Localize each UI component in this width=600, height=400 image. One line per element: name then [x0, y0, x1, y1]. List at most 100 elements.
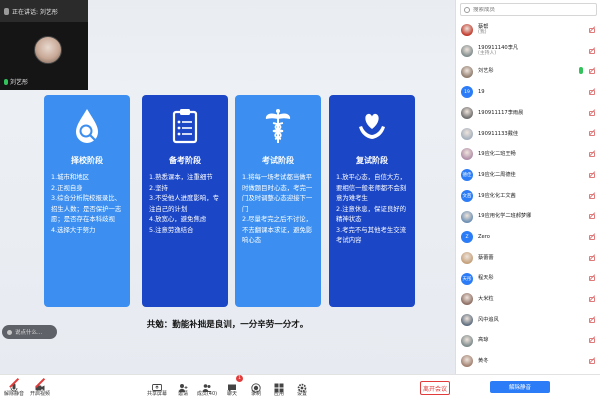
camera-off-icon[interactable] — [589, 234, 595, 240]
participant-row[interactable]: 高琼 — [456, 330, 600, 351]
participant-row[interactable]: 19应用化学二班郝梦娜 — [456, 206, 600, 227]
card-item: 2.正视自身 — [51, 183, 83, 192]
participant-row[interactable]: 德佳 19应化二周德佳 — [456, 165, 600, 186]
share-screen-icon — [152, 378, 162, 391]
card-item: 2.坚持 — [149, 183, 168, 192]
share-screen-button[interactable]: 共享屏幕 — [145, 378, 169, 400]
camera-off-icon — [35, 378, 45, 391]
participant-name: 19应化二班王畅 — [478, 151, 516, 158]
participant-name-text: 19 — [478, 89, 485, 96]
participant-name: 190911133戴佳 — [478, 131, 518, 138]
camera-off-icon[interactable] — [589, 193, 595, 199]
avatar — [461, 251, 473, 264]
chat-button[interactable]: 1 聊天 — [220, 375, 244, 400]
chat-icon — [7, 329, 12, 335]
avatar: Z — [461, 231, 473, 244]
participant-row[interactable]: 风中追风 — [456, 310, 600, 331]
participant-row[interactable]: 190911117李雨晨 — [456, 103, 600, 124]
participant-row[interactable]: 大米粒 — [456, 289, 600, 310]
participant-row[interactable]: 文茜 19应化化工文茜 — [456, 186, 600, 207]
participant-search[interactable] — [460, 3, 597, 16]
leave-meeting-button[interactable]: 离开会议 — [420, 381, 450, 395]
camera-off-icon[interactable] — [589, 358, 595, 364]
video-button[interactable]: 开启视频 — [28, 378, 52, 400]
participants-panel: 蔡帮(我)190911140李凡(主持人) 刘艺彤 1919 190911117李雨晨… — [455, 0, 600, 374]
participant-name-text: 19应化二班王畅 — [478, 151, 516, 158]
participant-name-text: 19应化化工文茜 — [478, 192, 516, 199]
slide-motto: 共勉：勤能补拙是良训，一分辛劳一分才。 — [146, 320, 309, 330]
participant-name: Zero — [478, 234, 490, 241]
video-tile-name-label: 刘艺彤 — [10, 79, 29, 86]
avatar — [461, 107, 473, 120]
participant-row[interactable]: 黄冬 — [456, 351, 600, 372]
participant-name-text: 19应化二周德佳 — [478, 171, 516, 178]
caduceus-icon — [265, 109, 291, 143]
record-button[interactable]: 录制 — [244, 378, 268, 400]
camera-off-icon[interactable] — [589, 255, 595, 261]
main-stage: 择校阶段 1.城市和地区 2.正视自身 3.综合分析院校报录比、招生人数；是否保… — [0, 0, 455, 374]
participant-name-text: 190911117李雨晨 — [478, 109, 524, 116]
unmute-button[interactable]: 解除静音 — [2, 378, 26, 400]
participant-name: 高琼 — [478, 337, 488, 344]
camera-off-icon[interactable] — [589, 151, 595, 158]
camera-off-icon[interactable] — [589, 337, 595, 344]
participant-name-text: 程天彤 — [478, 275, 494, 282]
participant-row[interactable]: 蔡帮 (我) — [456, 20, 600, 41]
camera-off-icon[interactable] — [589, 172, 595, 178]
card-title: 考试阶段 — [262, 156, 294, 165]
apps-icon — [274, 378, 284, 393]
card-item: 2.注意休息，保证良好的精神状态 — [336, 204, 407, 224]
members-button[interactable]: 成员(40) — [195, 378, 219, 400]
participant-row[interactable]: 19应化二班王畅 — [456, 144, 600, 165]
camera-off-icon[interactable] — [589, 89, 595, 96]
participant-row[interactable]: 190911133戴佳 — [456, 123, 600, 144]
participant-name: 大米粒 — [478, 296, 494, 303]
participant-name-text: Zero — [478, 233, 490, 240]
participant-row[interactable]: 天彤 程天彤 — [456, 268, 600, 289]
card-items: 1.城市和地区 2.正视自身 3.综合分析院校报录比、招生人数；是否保护一志愿；… — [51, 172, 127, 235]
participant-name: 刘艺彤 — [478, 68, 494, 75]
camera-off-icon[interactable] — [589, 317, 595, 323]
camera-off-icon[interactable] — [589, 68, 595, 75]
participant-name: 19应化二周德佳 — [478, 172, 516, 179]
participant-search-input[interactable] — [473, 6, 583, 13]
participant-role: (我) — [478, 30, 487, 36]
card-title: 择校阶段 — [71, 156, 103, 165]
card-item: 3.不受他人进度影响，专注自己的计划 — [149, 194, 220, 213]
video-tile-name: 刘艺彤 — [4, 77, 28, 86]
card-item: 1.将每一场考试都当做平时做题目时心态，考完一门及时调整心态迎接下一门 — [242, 173, 313, 213]
camera-off-icon[interactable] — [589, 27, 595, 33]
card-items: 1.放平心态，自信大方，要相信一般老师都不会刻意为难考生 2.注意休息，保证良好… — [336, 172, 412, 246]
mic-muted-icon — [9, 378, 19, 392]
camera-off-icon[interactable] — [589, 110, 595, 116]
invite-button[interactable]: 邀请 — [171, 378, 195, 400]
avatar: 天彤 — [461, 272, 473, 285]
chat-input-pill[interactable]: 说点什么... — [2, 325, 57, 339]
camera-off-icon[interactable] — [589, 48, 595, 54]
video-tile[interactable]: 刘艺彤 — [0, 22, 88, 90]
avatar: 文茜 — [461, 189, 473, 202]
card-exam: 考试阶段 1.将每一场考试都当做平时做题目时心态，考完一门及时调整心态迎接下一门… — [235, 95, 321, 307]
mic-on-icon — [4, 78, 8, 85]
apps-button[interactable]: 应用 — [267, 378, 291, 400]
settings-button[interactable]: 设置 — [290, 378, 314, 400]
participant-row[interactable]: 19 19 — [456, 82, 600, 103]
participant-row[interactable]: 190911140李凡 (主持人) — [456, 41, 600, 62]
card-item: 3.综合分析院校报录比、招生人数；是否保护一志愿；是否存在本科歧视 — [51, 194, 122, 223]
participant-name-text: 大米粒 — [478, 296, 494, 303]
participant-row[interactable]: Z Zero — [456, 227, 600, 248]
unmute-all-button[interactable]: 解除静音 — [490, 381, 550, 393]
mic-on-icon[interactable] — [579, 67, 583, 75]
heart-hands-icon — [359, 113, 385, 139]
active-speaker-label: 正在讲话: 刘艺彤 — [12, 8, 58, 16]
camera-off-icon[interactable] — [589, 275, 595, 282]
card-item: 1.熟悉课本，注重细节 — [149, 173, 213, 181]
avatar: 德佳 — [461, 169, 473, 182]
participant-name: 19应化化工文茜 — [478, 193, 516, 200]
camera-off-icon[interactable] — [589, 296, 595, 302]
camera-off-icon[interactable] — [589, 213, 595, 220]
participant-row[interactable]: 蔡蕾蕾 — [456, 248, 600, 269]
participant-row[interactable]: 刘艺彤 — [456, 61, 600, 82]
card-items: 1.将每一场考试都当做平时做题目时心态，考完一门及时调整心态迎接下一门 2.尽量… — [242, 172, 318, 246]
camera-off-icon[interactable] — [589, 130, 595, 137]
